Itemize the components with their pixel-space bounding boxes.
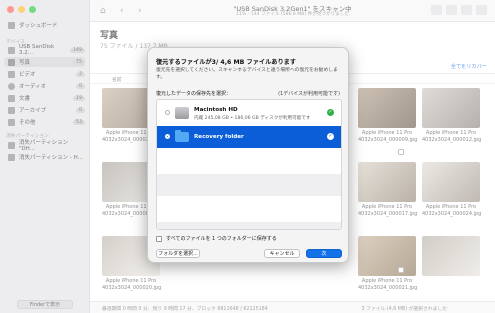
select-folder-button[interactable]: フォルダを選択...	[156, 249, 200, 258]
radio-button[interactable]	[165, 110, 170, 115]
app-window: ダッシュボード デバイス USB SanDisk 3.2... 149 写真 7…	[0, 0, 495, 313]
destination-name: Macintosh HD	[194, 107, 238, 113]
dialog-description: 復元先を選択してください。スキャンするデバイスと違う場所への復元をお勧めします。	[156, 68, 338, 80]
hard-drive-icon	[175, 107, 189, 119]
single-folder-checkbox[interactable]	[156, 235, 162, 242]
dialog-title: 復元するファイルが3/ 4,6 MB ファイルあります	[156, 59, 297, 66]
destination-option-macintosh-hd[interactable]: Macintosh HD 内蔵 245,08 GB • 186,06 GB ディ…	[157, 102, 341, 124]
cancel-button[interactable]: キャンセル	[264, 249, 300, 258]
empty-list-row	[157, 174, 341, 196]
folder-icon	[175, 130, 189, 142]
next-button[interactable]: 次	[306, 249, 342, 258]
checkmark-icon: ✓	[327, 133, 334, 140]
single-folder-label: すべてのファイルを 1 つのフォルダーに保存する	[166, 236, 277, 242]
destination-name: Recovery folder	[194, 134, 244, 140]
empty-list-row	[157, 222, 341, 229]
destination-label: 復元したデータの保存先を選択：	[156, 91, 232, 97]
destination-option-recovery-folder[interactable]: Recovery folder ✓	[157, 126, 341, 148]
checkmark-icon: ✓	[327, 109, 334, 116]
destination-list: Macintosh HD 内蔵 245,08 GB • 186,06 GB ディ…	[156, 99, 342, 230]
single-folder-option[interactable]: すべてのファイルを 1 つのフォルダーに保存する	[156, 235, 277, 242]
destination-details: 内蔵 245,08 GB • 186,06 GB ディスクが利用可能です	[194, 116, 311, 121]
radio-button[interactable]	[165, 134, 170, 139]
available-devices-info: (1デバイスが利用可能です)	[278, 91, 340, 97]
recovery-destination-dialog: 復元するファイルが3/ 4,6 MB ファイルあります 復元先を選択してください…	[147, 47, 349, 263]
